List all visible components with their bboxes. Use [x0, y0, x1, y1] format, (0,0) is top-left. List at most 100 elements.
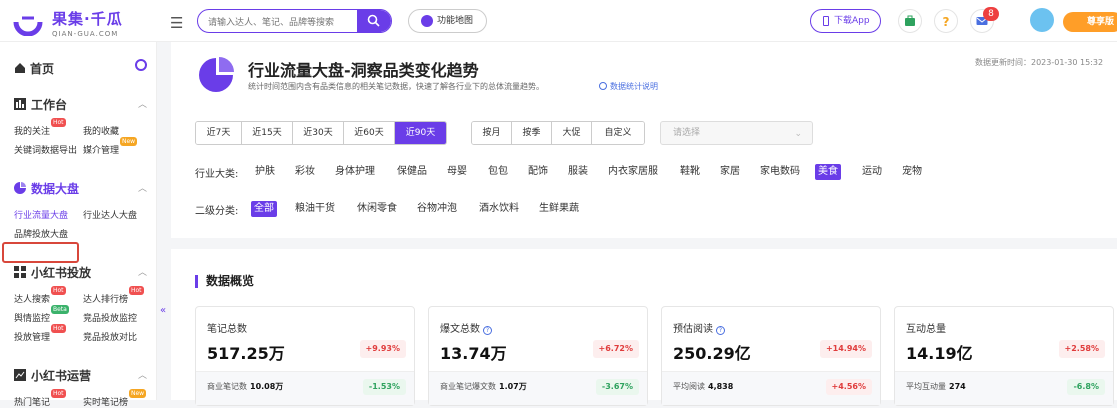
xhs-ops-title: 小红书运营 — [31, 369, 92, 383]
function-map-button[interactable]: 功能地图 — [408, 9, 487, 33]
vip-badge[interactable]: 尊享版 — [1063, 12, 1117, 32]
industry-chip[interactable]: 配饰 — [525, 164, 551, 180]
sidebar-item-realtime-ranking[interactable]: 实时笔记榜 New — [83, 389, 147, 408]
industry-chip[interactable]: 运动 — [859, 164, 885, 180]
help-button[interactable]: ? — [934, 9, 958, 33]
sidebar-item-home[interactable]: 首页 — [14, 60, 54, 77]
help-icon[interactable]: ? — [716, 326, 725, 335]
sidebar-item-my-follow[interactable]: 我的关注 Hot — [14, 118, 66, 137]
sidebar-item-keyword-export[interactable]: 关键词数据导出 — [14, 143, 77, 156]
industry-chip[interactable]: 保健品 — [394, 164, 430, 180]
data-explanation-link[interactable]: 数据统计说明 — [599, 81, 658, 92]
period-custom[interactable]: 自定义 — [592, 122, 644, 144]
sidebar-item-competitor-monitor[interactable]: 竞品投放监控 — [83, 311, 137, 324]
message-count-badge: 8 — [983, 7, 999, 21]
sidebar-item-label: 媒介管理 — [83, 146, 120, 156]
time-range-60d[interactable]: 近60天 — [344, 122, 395, 144]
stat-change: +14.94% — [819, 340, 872, 358]
stat-sub-label: 平均阅读 4,838 — [673, 382, 734, 391]
sidebar-item-media-management[interactable]: 媒介管理 New — [83, 137, 138, 156]
download-app-button[interactable]: 下载App — [810, 9, 881, 33]
settings-gear-icon[interactable] — [135, 59, 147, 71]
sidebar-section-xhs-ads[interactable]: 小红书投放 — [14, 264, 91, 281]
hot-tag: Hot — [51, 389, 66, 398]
period-type-group: 按月 按季 大促 自定义 — [471, 121, 645, 145]
new-tag: New — [129, 389, 147, 398]
collapse-sidebar-icon[interactable]: « — [160, 305, 166, 316]
industry-chip[interactable]: 鞋靴 — [677, 164, 703, 180]
sidebar-item-kol-ranking[interactable]: 达人排行榜 Hot — [83, 286, 144, 305]
sidebar-item-my-favorites[interactable]: 我的收藏 — [83, 124, 119, 137]
sub-category-chip-active[interactable]: 全部 — [251, 201, 277, 217]
sidebar: 首页 工作台 ︿ 我的关注 Hot 我的收藏 关键词数据导出 媒介管理 New 数据… — [0, 42, 157, 408]
industry-chip[interactable]: 身体护理 — [332, 164, 378, 180]
search-bar — [197, 9, 392, 33]
period-monthly[interactable]: 按月 — [472, 122, 512, 144]
sub-category-chip[interactable]: 休闲零食 — [354, 201, 400, 217]
hot-tag: Hot — [129, 286, 144, 295]
industry-chip[interactable]: 家居 — [717, 164, 743, 180]
time-range-90d[interactable]: 近90天 — [395, 122, 446, 144]
sidebar-item-label: 达人排行榜 — [83, 295, 129, 305]
sidebar-item-brand-ads[interactable]: 品牌投放大盘 — [14, 227, 68, 240]
period-quarterly[interactable]: 按季 — [512, 122, 552, 144]
stat-sub-label: 商业笔记数 10.08万 — [207, 382, 284, 391]
search-icon — [367, 14, 380, 27]
chevron-up-icon[interactable]: ︿ — [138, 265, 147, 278]
sidebar-item-ad-management[interactable]: 投放管理 Hot — [14, 324, 66, 343]
phone-icon — [823, 16, 829, 26]
stat-card-notes: 笔记总数 517.25万 +9.93% 商业笔记数 10.08万 -1.53% — [195, 306, 415, 406]
chevron-up-icon[interactable]: ︿ — [138, 97, 147, 110]
industry-chip[interactable]: 家电数码 — [757, 164, 803, 180]
stat-label: 笔记总数 — [207, 324, 247, 335]
industry-chip[interactable]: 包包 — [485, 164, 511, 180]
time-range-15d[interactable]: 近15天 — [242, 122, 293, 144]
date-select[interactable]: 请选择 ⌄ — [660, 121, 813, 145]
time-range-30d[interactable]: 近30天 — [293, 122, 344, 144]
industry-chip-active[interactable]: 美食 — [815, 164, 841, 180]
time-range-7d[interactable]: 近7天 — [196, 122, 242, 144]
search-input[interactable] — [198, 12, 358, 32]
sidebar-section-xhs-ops[interactable]: 小红书运营 — [14, 367, 91, 384]
time-range-group: 近7天 近15天 近30天 近60天 近90天 — [195, 121, 447, 145]
industry-chip[interactable]: 母婴 — [444, 164, 470, 180]
industry-chip[interactable]: 宠物 — [899, 164, 925, 180]
menu-toggle-icon[interactable]: ☰ — [170, 14, 183, 32]
sub-category-label: 二级分类: — [195, 206, 239, 217]
sub-category-chip[interactable]: 酒水饮料 — [476, 201, 522, 217]
avatar[interactable] — [1030, 8, 1054, 32]
sub-category-chip[interactable]: 生鲜果蔬 — [536, 201, 582, 217]
top-bar: 果集·千瓜 QIAN-GUA.COM ☰ 功能地图 下载App ? 8 尊享版 — [0, 0, 1117, 42]
industry-chip[interactable]: 内衣家居服 — [605, 164, 661, 180]
industry-chip[interactable]: 服装 — [565, 164, 591, 180]
sidebar-item-industry-kol[interactable]: 行业达人大盘 — [83, 208, 137, 221]
stat-card-interactions: 互动总量 14.19亿 +2.58% 平均互动量 274 -6.8% — [894, 306, 1114, 406]
stat-sub-label: 平均互动量 274 — [906, 382, 966, 391]
stat-change: +2.58% — [1058, 340, 1105, 358]
industry-chip[interactable]: 彩妆 — [292, 164, 318, 180]
sidebar-item-label: 达人搜索 — [14, 295, 51, 305]
chevron-up-icon[interactable]: ︿ — [138, 181, 147, 194]
stat-sub-value: 274 — [949, 382, 966, 391]
sidebar-section-data-board[interactable]: 数据大盘 — [14, 180, 79, 197]
function-map-label: 功能地图 — [437, 16, 474, 26]
search-button[interactable] — [357, 10, 391, 32]
shop-button[interactable] — [898, 9, 922, 33]
sub-category-chip[interactable]: 粮油干货 — [292, 201, 338, 217]
brand-wordmark: 果集·千瓜 QIAN-GUA.COM — [52, 8, 123, 38]
active-item-highlight — [2, 242, 79, 263]
chevron-up-icon[interactable]: ︿ — [138, 368, 147, 381]
sub-category-chip[interactable]: 谷物冲泡 — [414, 201, 460, 217]
sidebar-item-sentiment[interactable]: 舆情监控 Beta — [14, 305, 69, 324]
period-promotion[interactable]: 大促 — [552, 122, 592, 144]
brand-logo[interactable] — [12, 8, 54, 36]
sidebar-section-workbench[interactable]: 工作台 — [14, 96, 67, 113]
sidebar-item-label: 投放管理 — [14, 333, 51, 343]
sidebar-item-kol-search[interactable]: 达人搜索 Hot — [14, 286, 66, 305]
sidebar-item-competitor-compare[interactable]: 竞品投放对比 — [83, 330, 137, 343]
page-title: 行业流量大盘-洞察品类变化趋势 — [248, 61, 479, 80]
sidebar-item-industry-traffic[interactable]: 行业流量大盘 — [14, 208, 68, 221]
industry-chip[interactable]: 护肤 — [252, 164, 278, 180]
help-icon[interactable]: ? — [483, 326, 492, 335]
sidebar-item-hot-notes[interactable]: 热门笔记 Hot — [14, 389, 66, 408]
